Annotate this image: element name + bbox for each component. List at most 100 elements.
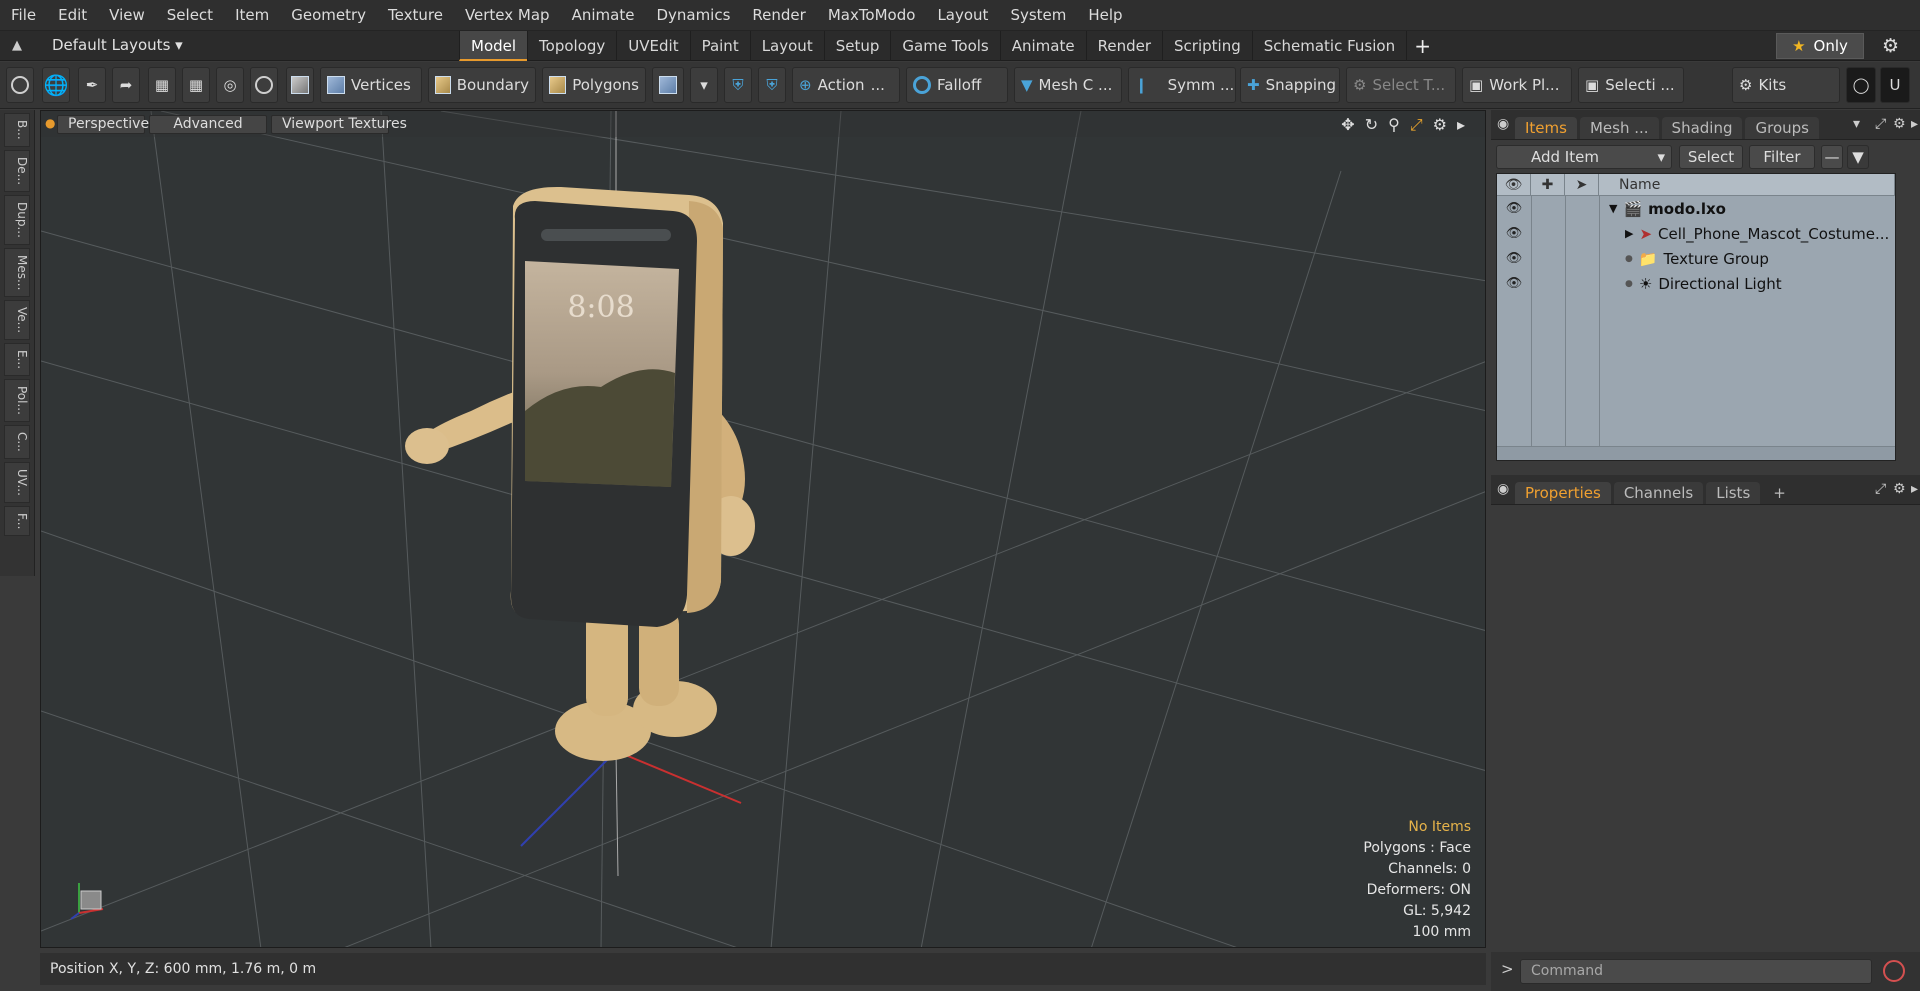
tab-schematic-fusion[interactable]: Schematic Fusion bbox=[1251, 31, 1406, 61]
locator-column-icon[interactable]: ➤ bbox=[1565, 174, 1599, 196]
left-tab-uv[interactable]: UV... bbox=[4, 462, 30, 503]
menu-help[interactable]: Help bbox=[1077, 6, 1133, 24]
viewport-gear-icon[interactable]: ⚙ bbox=[1433, 115, 1447, 135]
slice-button[interactable]: ▦ bbox=[148, 67, 176, 103]
menu-geometry[interactable]: Geometry bbox=[280, 6, 377, 24]
left-tab-basic[interactable]: B... bbox=[4, 113, 30, 147]
menu-vertex-map[interactable]: Vertex Map bbox=[454, 6, 561, 24]
left-tab-polygon[interactable]: Pol... bbox=[4, 379, 30, 423]
vertices-button[interactable]: Vertices bbox=[320, 67, 422, 103]
zoom-view-icon[interactable]: ⚲ bbox=[1388, 115, 1400, 135]
menu-item[interactable]: Item bbox=[224, 6, 280, 24]
tab-render[interactable]: Render bbox=[1085, 31, 1162, 61]
viewport-textures-button[interactable]: Viewport Textures bbox=[271, 115, 407, 134]
collapse-up-icon[interactable]: ▲ bbox=[12, 38, 28, 54]
shield-x-button[interactable]: ⛨ bbox=[758, 67, 786, 103]
menu-maxtomodo[interactable]: MaxToModo bbox=[817, 6, 927, 24]
globe-button[interactable]: 🌐 bbox=[42, 67, 70, 103]
collapse-icon[interactable]: — bbox=[1821, 145, 1843, 169]
tab-scripting[interactable]: Scripting bbox=[1162, 31, 1252, 61]
menu-edit[interactable]: Edit bbox=[47, 6, 98, 24]
menu-file[interactable]: File bbox=[0, 6, 47, 24]
tab-shading[interactable]: Shading bbox=[1661, 117, 1743, 139]
name-column-header[interactable]: Name bbox=[1599, 174, 1895, 196]
menu-select[interactable]: Select bbox=[156, 6, 224, 24]
select-button[interactable]: Select bbox=[1679, 145, 1743, 169]
left-tab-deform[interactable]: De... bbox=[4, 149, 30, 192]
expand-arrow-icon[interactable]: ▶ bbox=[1625, 227, 1633, 240]
tab-mesh[interactable]: Mesh ... bbox=[1579, 117, 1659, 139]
select-circle-button[interactable] bbox=[6, 67, 34, 103]
tab-uvedit[interactable]: UVEdit bbox=[616, 31, 689, 61]
kits-button[interactable]: ⚙ Kits bbox=[1732, 67, 1840, 103]
left-tab-mesh-edit[interactable]: Mes... bbox=[4, 247, 30, 298]
item-row-texture-group[interactable]: 👁 ● 📁 Texture Group bbox=[1497, 246, 1895, 271]
items-gear-icon[interactable]: ⚙ bbox=[1893, 116, 1906, 132]
selection-sets-button[interactable]: ▣ Selecti ... bbox=[1578, 67, 1684, 103]
item-row-directional-light[interactable]: 👁 ● ☀ Directional Light bbox=[1497, 271, 1895, 296]
symmetry-button[interactable]: ❙ Symm ... bbox=[1128, 67, 1236, 103]
menu-system[interactable]: System bbox=[999, 6, 1077, 24]
layout-dropdown[interactable]: Default Layouts ▾ bbox=[52, 36, 183, 54]
tab-topology[interactable]: Topology bbox=[527, 31, 616, 61]
tab-properties[interactable]: Properties bbox=[1515, 482, 1611, 504]
properties-gear-icon[interactable]: ⚙ bbox=[1893, 481, 1906, 497]
symmetry-shield-button[interactable]: ⛨ bbox=[724, 67, 752, 103]
item-list[interactable]: 👁 ✚ ➤ Name 👁 ▼ 🎬 modo.lxo 👁 ▶ ➤ Cell_Phone_M… bbox=[1496, 173, 1896, 461]
snapping-button[interactable]: ✚ Snapping bbox=[1240, 67, 1340, 103]
left-tab-vertex[interactable]: Ve... bbox=[4, 300, 30, 341]
funnel-icon[interactable]: ▼ bbox=[1847, 145, 1869, 169]
left-tab-duplicate[interactable]: Dup... bbox=[4, 194, 30, 245]
menu-view[interactable]: View bbox=[98, 6, 156, 24]
action-center-button[interactable]: ⊕ Action... bbox=[792, 67, 900, 103]
select-through-button[interactable]: ⚙ Select T... bbox=[1346, 67, 1456, 103]
menu-texture[interactable]: Texture bbox=[377, 6, 454, 24]
expand-arrow-icon[interactable]: ▼ bbox=[1609, 202, 1617, 215]
command-input[interactable]: Command bbox=[1520, 959, 1872, 984]
move-view-icon[interactable]: ✥ bbox=[1341, 115, 1354, 135]
viewport-menu-arrow-icon[interactable]: ▸ bbox=[1457, 115, 1465, 135]
lock-column-icon[interactable]: ✚ bbox=[1531, 174, 1565, 196]
menu-render[interactable]: Render bbox=[741, 6, 816, 24]
horizontal-scrollbar[interactable] bbox=[1497, 446, 1895, 460]
add-item-button[interactable]: Add Item ▾ bbox=[1496, 145, 1672, 169]
rotate-view-icon[interactable]: ↻ bbox=[1365, 115, 1378, 135]
polygons-button[interactable]: Polygons bbox=[542, 67, 646, 103]
tab-items[interactable]: Items bbox=[1515, 117, 1577, 139]
target-button[interactable]: ◎ bbox=[216, 67, 244, 103]
tabs-dropdown-icon[interactable]: ▾ bbox=[1853, 116, 1860, 132]
record-circle-icon[interactable] bbox=[1883, 960, 1905, 982]
lasso-button[interactable]: ➦ bbox=[112, 67, 140, 103]
chevron-right-icon[interactable]: > bbox=[1501, 960, 1514, 978]
left-tab-fusion[interactable]: F... bbox=[4, 505, 30, 537]
loop-button[interactable] bbox=[250, 67, 278, 103]
grid-button[interactable]: ▦ bbox=[182, 67, 210, 103]
advanced-button[interactable]: Advanced bbox=[149, 115, 267, 134]
left-tab-edge[interactable]: E... bbox=[4, 343, 30, 377]
items-menu-arrow-icon[interactable]: ▸ bbox=[1911, 116, 1918, 132]
layout-gear-icon[interactable]: ⚙ bbox=[1882, 35, 1899, 57]
item-row-mesh[interactable]: 👁 ▶ ➤ Cell_Phone_Mascot_Costume... bbox=[1497, 221, 1895, 246]
eye-icon[interactable]: 👁 bbox=[1497, 201, 1531, 216]
tab-model[interactable]: Model bbox=[459, 31, 528, 61]
tab-animate[interactable]: Animate bbox=[999, 31, 1086, 61]
tab-game-tools[interactable]: Game Tools bbox=[890, 31, 999, 61]
mesh-constraints-button[interactable]: ▼ Mesh C ... bbox=[1014, 67, 1122, 103]
pen-button[interactable]: ✒ bbox=[78, 67, 106, 103]
eye-icon[interactable]: 👁 bbox=[1497, 251, 1531, 266]
filter-button[interactable]: Filter bbox=[1749, 145, 1815, 169]
tab-channels[interactable]: Channels bbox=[1613, 482, 1704, 504]
maximize-view-icon[interactable]: ⤢ bbox=[1410, 115, 1423, 135]
unreal-button[interactable]: U bbox=[1880, 67, 1910, 103]
add-panel-tab-plus-icon[interactable]: + bbox=[1763, 482, 1796, 504]
menu-layout[interactable]: Layout bbox=[926, 6, 999, 24]
tab-groups[interactable]: Groups bbox=[1745, 117, 1819, 139]
work-plane-button[interactable]: ▣ Work Pl... bbox=[1462, 67, 1572, 103]
tab-lists[interactable]: Lists bbox=[1706, 482, 1761, 504]
perspective-button[interactable]: Perspective bbox=[57, 115, 149, 134]
tab-setup[interactable]: Setup bbox=[823, 31, 891, 61]
falloff-button[interactable]: Falloff bbox=[906, 67, 1008, 103]
item-mode-button[interactable] bbox=[286, 67, 314, 103]
eye-icon[interactable]: 👁 bbox=[1497, 226, 1531, 241]
menu-dynamics[interactable]: Dynamics bbox=[645, 6, 741, 24]
